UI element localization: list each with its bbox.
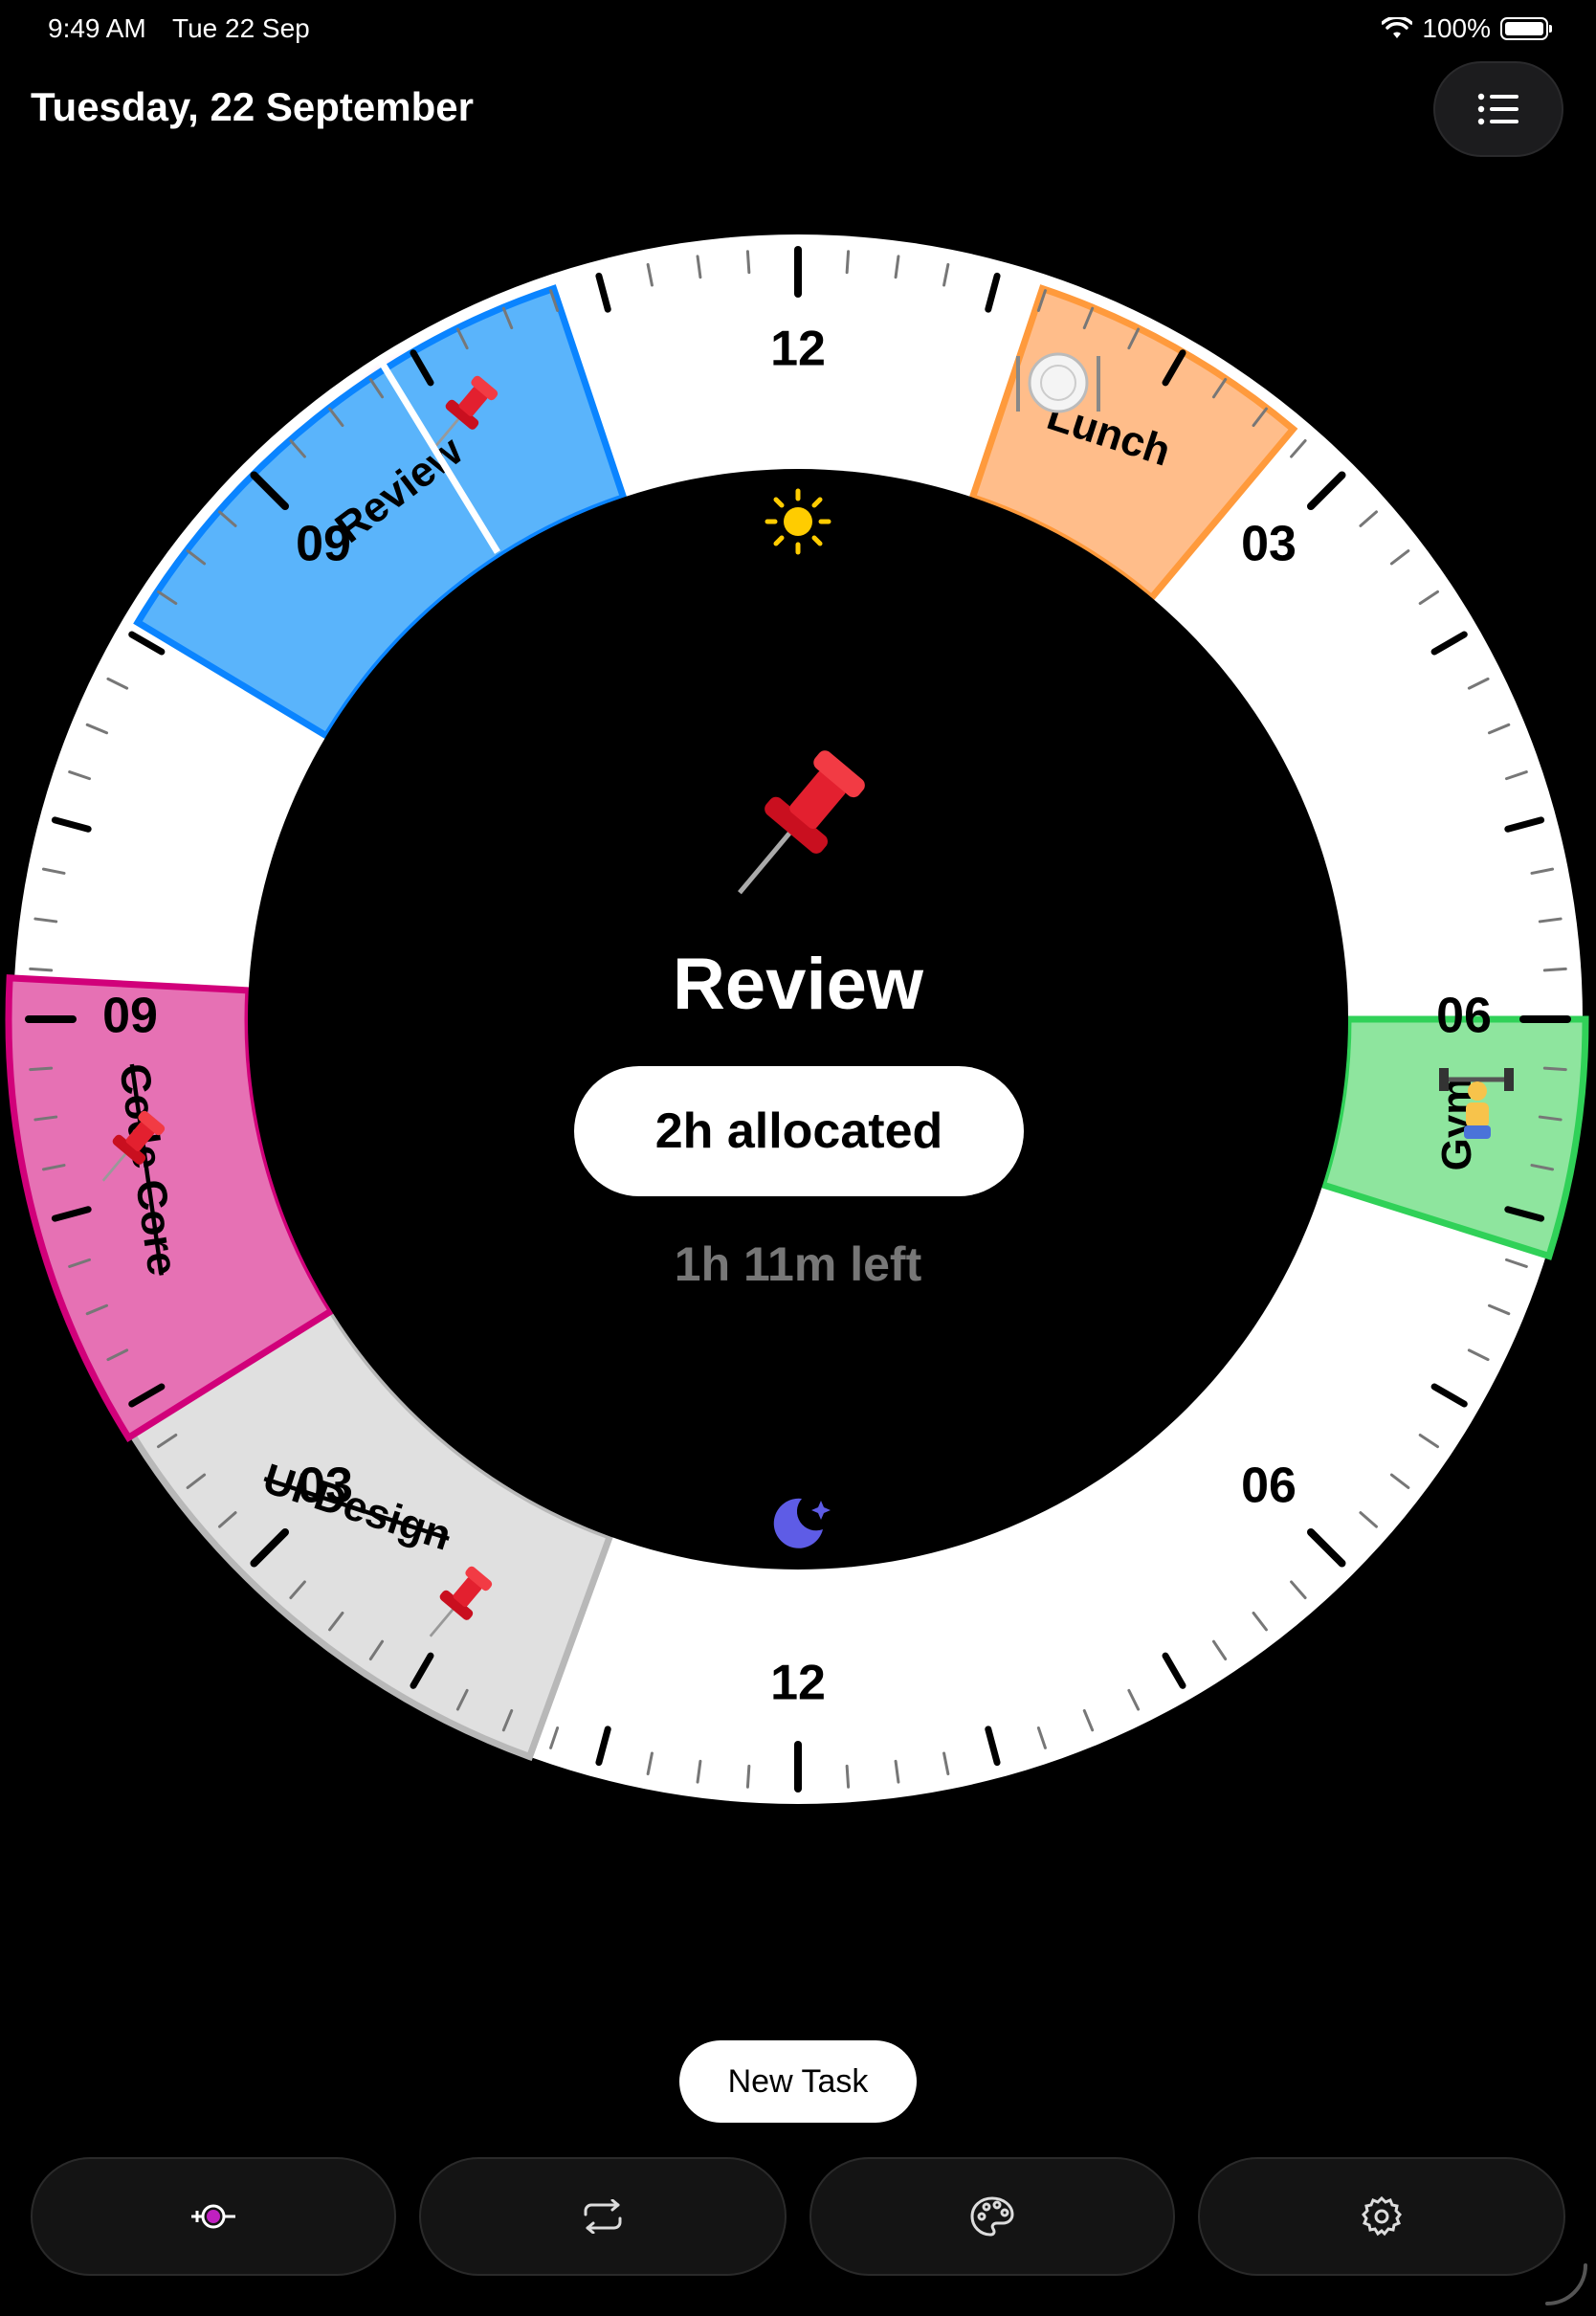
repeat-icon (584, 2199, 622, 2234)
time-remaining: 1h 11m left (674, 1237, 922, 1291)
hour-label: 12 (770, 1656, 826, 1711)
palette-icon (970, 2196, 1014, 2237)
resize-handle-icon (1545, 2263, 1587, 2305)
tick-mark (845, 1764, 851, 1789)
tab-themes[interactable] (809, 2157, 1175, 2276)
current-task-name: Review (673, 944, 923, 1025)
status-time: 9:49 AM (48, 13, 146, 43)
tick-mark (745, 1764, 751, 1789)
hour-label: 03 (1241, 517, 1297, 572)
sun-icon (765, 488, 831, 555)
tick-mark (745, 250, 751, 275)
hour-label: 06 (1241, 1459, 1297, 1514)
wifi-icon (1382, 17, 1413, 38)
hour-label: 12 (770, 322, 826, 377)
tick-mark (29, 1066, 54, 1072)
tick-mark (845, 250, 851, 275)
timer-icon (191, 2204, 235, 2229)
tick-mark (1542, 1066, 1567, 1072)
gear-icon (1362, 2195, 1402, 2237)
list-icon (1477, 93, 1518, 125)
battery-percent: 100% (1422, 13, 1491, 43)
task-list-button[interactable] (1433, 61, 1563, 157)
new-task-button[interactable]: New Task (679, 2040, 917, 2123)
battery-icon (1500, 17, 1552, 40)
status-bar: 9:49 AM Tue 22 Sep (48, 13, 329, 44)
tab-settings[interactable] (1198, 2157, 1565, 2276)
status-right: 100% (1382, 13, 1552, 44)
tab-repeat[interactable] (419, 2157, 787, 2276)
allocated-badge[interactable]: 2h allocated (574, 1066, 1024, 1196)
status-date: Tue 22 Sep (172, 13, 310, 43)
page-title: Tuesday, 22 September (31, 84, 474, 129)
tab-timer[interactable] (31, 2157, 396, 2276)
